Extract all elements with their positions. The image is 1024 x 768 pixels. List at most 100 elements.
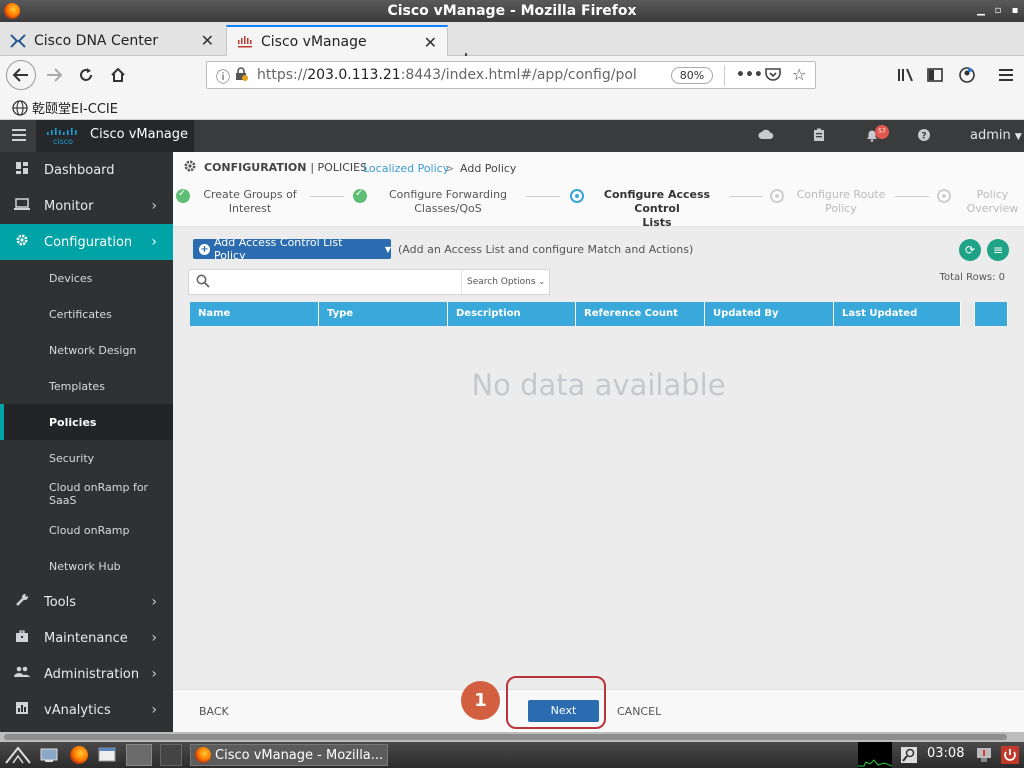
search-tray-icon[interactable] — [900, 746, 918, 764]
task-list-icon[interactable] — [811, 128, 827, 144]
url-bar[interactable]: ⓘ https://203.0.113.21:8443/index.html#/… — [206, 61, 816, 89]
page-actions-icon[interactable]: ••• — [736, 67, 763, 83]
sidebar-subitem-devices[interactable]: Devices — [0, 260, 173, 296]
globe-icon — [12, 99, 28, 116]
maximize-window-icon[interactable]: ▫ — [991, 4, 1005, 18]
bookmark-item[interactable]: 乾颐堂EI-CCIE — [12, 98, 118, 117]
step-current-icon — [570, 189, 584, 203]
cancel-button[interactable]: CANCEL — [617, 705, 661, 718]
search-options-dropdown[interactable]: Search Options ⌄ — [461, 270, 549, 294]
column-header-name[interactable]: Name — [190, 302, 319, 326]
sidebar-item-monitor[interactable]: Monitor › — [0, 188, 173, 224]
step-connector — [895, 196, 929, 197]
cloud-icon[interactable] — [758, 128, 774, 144]
file-manager-icon[interactable] — [98, 746, 116, 764]
app-brand[interactable]: cisco Cisco vManage — [36, 120, 194, 152]
home-button[interactable] — [104, 61, 132, 89]
forward-button[interactable] — [40, 61, 68, 89]
wrench-icon — [0, 593, 44, 611]
zoom-level-badge[interactable]: 80% — [671, 67, 713, 84]
pocket-icon[interactable] — [765, 67, 781, 85]
add-acl-policy-button[interactable]: + Add Access Control List Policy ▼ — [193, 236, 391, 262]
back-button[interactable]: BACK — [199, 705, 229, 718]
sidebar-toggle-button[interactable] — [921, 61, 949, 89]
window-titlebar: Cisco vManage - Mozilla Firefox ▁ ▫ ▪ — [0, 0, 1024, 22]
chevron-right-icon: › — [151, 198, 157, 214]
sidebar-item-tools[interactable]: Tools › — [0, 584, 173, 620]
list-menu-icon[interactable]: ≡ — [987, 239, 1009, 261]
sidebar-item-vanalytics[interactable]: vAnalytics › — [0, 692, 173, 728]
active-window-thumbnail[interactable] — [126, 744, 152, 766]
step-complete-icon — [353, 188, 367, 203]
sidebar-subitem-certificates[interactable]: Certificates — [0, 296, 173, 332]
sidebar-item-administration[interactable]: Administration › — [0, 656, 173, 692]
taskbar-window-label: Cisco vManage - Mozilla... — [215, 747, 384, 763]
user-menu[interactable]: admin ▼ — [970, 128, 1022, 143]
sidebar-subitem-policies[interactable]: Policies — [0, 404, 173, 440]
column-header-reference-count[interactable]: Reference Count — [576, 302, 705, 326]
step-access-control-lists[interactable]: Configure Access Control Lists — [592, 188, 722, 230]
workspace-switcher[interactable] — [160, 744, 182, 766]
column-header-spacer — [961, 302, 975, 326]
gear-icon — [183, 159, 197, 177]
close-window-icon[interactable]: ▪ — [1008, 4, 1022, 18]
show-desktop-icon[interactable] — [40, 746, 58, 764]
search-bar[interactable]: Search Options ⌄ — [188, 269, 550, 295]
page-title: CONFIGURATION | POLICIES — [204, 161, 368, 174]
search-input[interactable] — [215, 273, 455, 291]
info-icon[interactable]: ⓘ — [216, 67, 230, 87]
menu-button[interactable] — [992, 61, 1020, 89]
tab-close-icon[interactable]: ✕ — [201, 31, 214, 50]
sidebar-item-dashboard[interactable]: Dashboard — [0, 152, 173, 188]
sidebar-subitem-network-design[interactable]: Network Design — [0, 332, 173, 368]
step-policy-overview[interactable]: Policy Overview — [961, 188, 1024, 216]
app-header: cisco Cisco vManage 57 ? admin ▼ — [0, 120, 1024, 152]
bookmark-star-icon[interactable]: ☆ — [792, 65, 806, 84]
sidebar-subitem-security[interactable]: Security — [0, 440, 173, 476]
library-button[interactable] — [892, 61, 920, 89]
sidebar-item-configuration[interactable]: Configuration › — [0, 224, 173, 260]
taskbar-window-firefox[interactable]: Cisco vManage - Mozilla... — [190, 744, 388, 766]
sidebar-subitem-cloud-onramp[interactable]: Cloud onRamp — [0, 512, 173, 548]
back-button[interactable] — [6, 60, 36, 90]
lock-warning-icon[interactable] — [235, 67, 248, 85]
network-tray-icon[interactable] — [975, 746, 993, 764]
help-icon[interactable]: ? — [916, 128, 932, 144]
sidebar-item-maintenance[interactable]: Maintenance › — [0, 620, 173, 656]
column-header-updated-by[interactable]: Updated By — [705, 302, 834, 326]
refresh-icon[interactable]: ⟳ — [959, 239, 981, 261]
briefcase-icon — [0, 629, 44, 647]
tab-cisco-vmanage[interactable]: Cisco vManage ✕ — [226, 25, 448, 57]
column-header-actions[interactable] — [975, 302, 1008, 326]
breadcrumb-link-localized-policy[interactable]: Localized Policy — [363, 162, 449, 175]
sidebar-subitem-network-hub[interactable]: Network Hub — [0, 548, 173, 584]
column-header-description[interactable]: Description — [448, 302, 576, 326]
breadcrumb: CONFIGURATION | POLICIES Localized Polic… — [173, 152, 1024, 182]
url-text[interactable]: https://203.0.113.21:8443/index.html#/ap… — [257, 67, 637, 83]
tab-close-icon[interactable]: ✕ — [424, 33, 437, 52]
tab-cisco-dna-center[interactable]: Cisco DNA Center ✕ — [0, 25, 224, 56]
app-menu-icon[interactable] — [12, 129, 26, 141]
start-menu-icon[interactable] — [4, 746, 32, 764]
step-route-policy[interactable]: Configure Route Policy — [791, 188, 891, 216]
scrollbar-thumb[interactable] — [4, 734, 1007, 740]
annotation-step-number: 1 — [461, 681, 500, 720]
total-rows-count: Total Rows: 0 — [939, 272, 1005, 283]
horizontal-scrollbar[interactable] — [0, 732, 1024, 742]
reload-button[interactable] — [72, 61, 100, 89]
column-header-type[interactable]: Type — [319, 302, 448, 326]
sidebar-subitem-cloud-onramp-saas[interactable]: Cloud onRamp for SaaS — [0, 476, 173, 512]
os-taskbar: Cisco vManage - Mozilla... 03:08 — [0, 742, 1024, 768]
firefox-launcher-icon[interactable] — [70, 746, 88, 764]
sidebar-subitem-templates[interactable]: Templates — [0, 368, 173, 404]
power-icon[interactable] — [1001, 746, 1019, 764]
browser-tab-strip: Cisco DNA Center ✕ Cisco vManage ✕ + — [0, 22, 1024, 69]
minimize-window-icon[interactable]: ▁ — [974, 4, 988, 18]
column-header-last-updated[interactable]: Last Updated — [834, 302, 961, 326]
caret-down-icon: ▼ — [1014, 132, 1022, 142]
step-forwarding-classes[interactable]: Configure Forwarding Classes/QoS — [378, 188, 518, 216]
arrow-left-icon — [13, 68, 28, 82]
step-create-groups[interactable]: Create Groups of Interest — [196, 188, 304, 216]
wizard-stepper: Create Groups ofInterest Configure Forwa… — [173, 182, 1024, 230]
account-button[interactable] — [953, 61, 981, 89]
